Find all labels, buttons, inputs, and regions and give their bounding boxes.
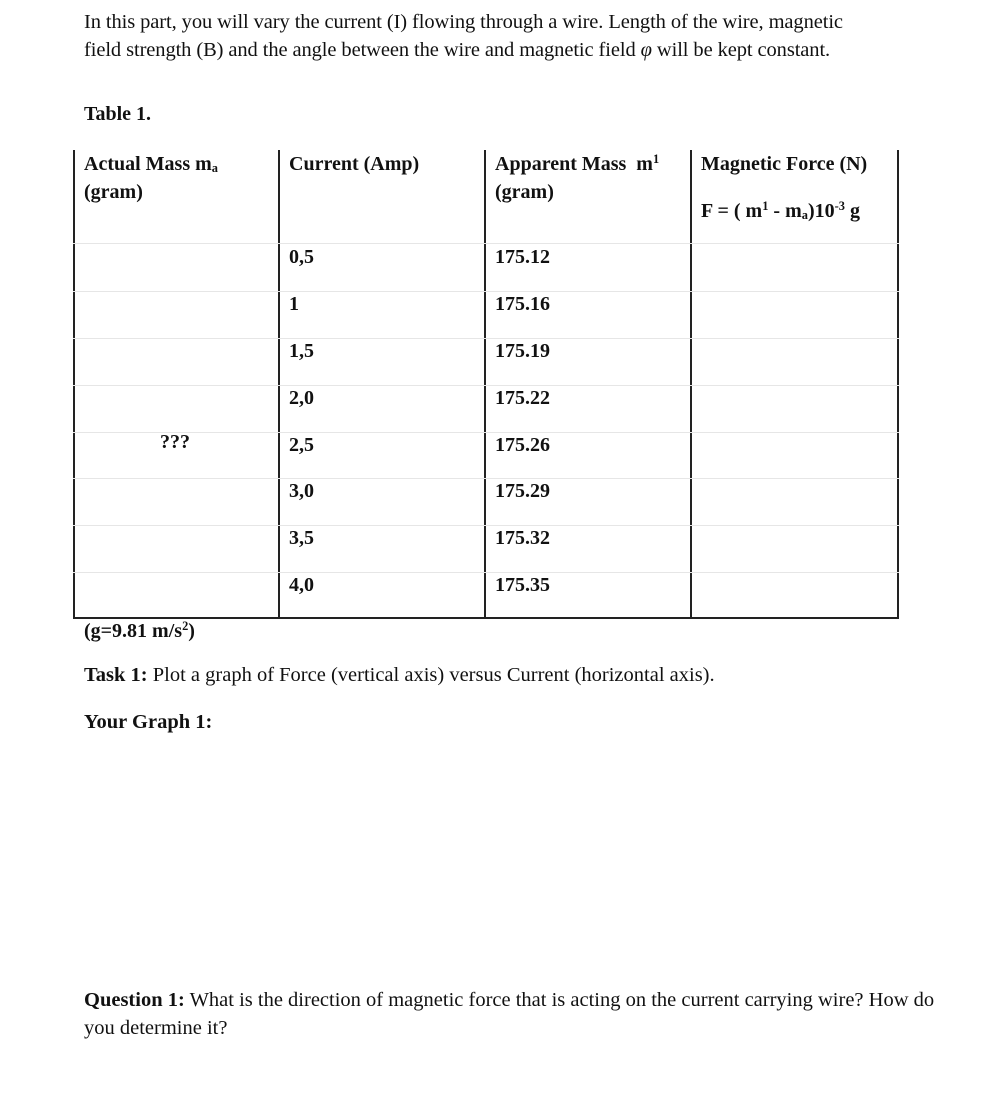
- gravity-note-text: (g=9.81 m/s: [84, 620, 183, 642]
- task-1-label: Task 1:: [84, 664, 148, 686]
- table-border-bottom: [73, 617, 899, 619]
- header-current-text: Current (Amp): [289, 153, 420, 175]
- header-actual-mass: Actual Mass ma (gram): [84, 150, 218, 206]
- magnetic-force-cell[interactable]: [701, 479, 891, 503]
- apparent-mass-cell: 175.32: [495, 527, 550, 549]
- formula-exp: -3: [834, 199, 845, 214]
- apparent-mass-cell: 175.26: [495, 434, 550, 456]
- apparent-mass-cell: 175.22: [495, 387, 550, 409]
- table-caption: Table 1.: [84, 103, 152, 125]
- magnetic-force-cell[interactable]: [701, 573, 891, 597]
- magnetic-force-cell[interactable]: [701, 292, 891, 316]
- current-cell: 2,0: [289, 387, 314, 409]
- task-1: Task 1: Plot a graph of Force (vertical …: [84, 664, 715, 687]
- current-cell: 4,0: [289, 574, 314, 596]
- header-apparent-mass-text: Apparent Mass m: [495, 153, 653, 175]
- current-cell: 2,5: [289, 434, 314, 456]
- magnetic-force-cell[interactable]: [701, 433, 891, 457]
- question-1-label: Question 1:: [84, 989, 185, 1011]
- header-current: Current (Amp): [289, 150, 419, 178]
- header-actual-mass-text: Actual Mass m: [84, 153, 212, 175]
- formula-prefix: F = ( m: [701, 200, 763, 222]
- gravity-note: (g=9.81 m/s2): [84, 620, 195, 643]
- intro-line-2: field strength (B) and the angle between…: [84, 36, 944, 64]
- graph-1-area[interactable]: [84, 745, 904, 975]
- question-1-text: What is the direction of magnetic force …: [84, 989, 935, 1039]
- formula-mid: - m: [768, 200, 802, 222]
- apparent-mass-cell: 175.19: [495, 340, 550, 362]
- intro-line-1: In this part, you will vary the current …: [84, 11, 843, 33]
- question-1: Question 1: What is the direction of mag…: [84, 986, 944, 1042]
- header-apparent-mass-sup: 1: [652, 152, 660, 167]
- current-cell: 1: [289, 293, 299, 315]
- header-actual-mass-sub: a: [211, 160, 218, 175]
- header-actual-mass-unit: (gram): [84, 181, 143, 203]
- current-cell: 3,5: [289, 527, 314, 549]
- header-apparent-mass-unit: (gram): [495, 181, 554, 203]
- current-cell: 1,5: [289, 340, 314, 362]
- formula-pow: )10: [807, 200, 835, 222]
- graph-1-label: Your Graph 1:: [84, 711, 213, 733]
- magnetic-force-cell[interactable]: [701, 339, 891, 363]
- apparent-mass-cell: 175.16: [495, 293, 550, 315]
- formula-suffix: g: [844, 200, 860, 222]
- apparent-mass-cell: 175.29: [495, 480, 550, 502]
- header-magnetic-force: Magnetic Force (N) F = ( m1 - ma)10-3 g: [701, 150, 867, 225]
- header-apparent-mass: Apparent Mass m1 (gram): [495, 150, 659, 206]
- magnetic-force-cell[interactable]: [701, 386, 891, 410]
- current-cell: 3,0: [289, 480, 314, 502]
- header-magnetic-force-text: Magnetic Force (N): [701, 153, 868, 175]
- intro-line-2-end: will be kept constant.: [651, 39, 831, 61]
- magnetic-force-cell[interactable]: [701, 526, 891, 550]
- actual-mass-value: ???: [160, 431, 190, 453]
- phi-symbol: φ: [640, 39, 652, 61]
- task-1-text: Plot a graph of Force (vertical axis) ve…: [147, 664, 715, 686]
- current-cell: 0,5: [289, 246, 314, 268]
- intro-line-2-text: field strength (B) and the angle between…: [84, 39, 641, 61]
- gravity-note-end: ): [188, 620, 195, 642]
- magnetic-force-cell[interactable]: [701, 245, 891, 269]
- apparent-mass-cell: 175.12: [495, 246, 550, 268]
- intro-paragraph: In this part, you will vary the current …: [84, 8, 944, 64]
- force-formula: F = ( m1 - ma)10-3 g: [701, 197, 867, 225]
- row-separator: [73, 243, 899, 244]
- apparent-mass-cell: 175.35: [495, 574, 550, 596]
